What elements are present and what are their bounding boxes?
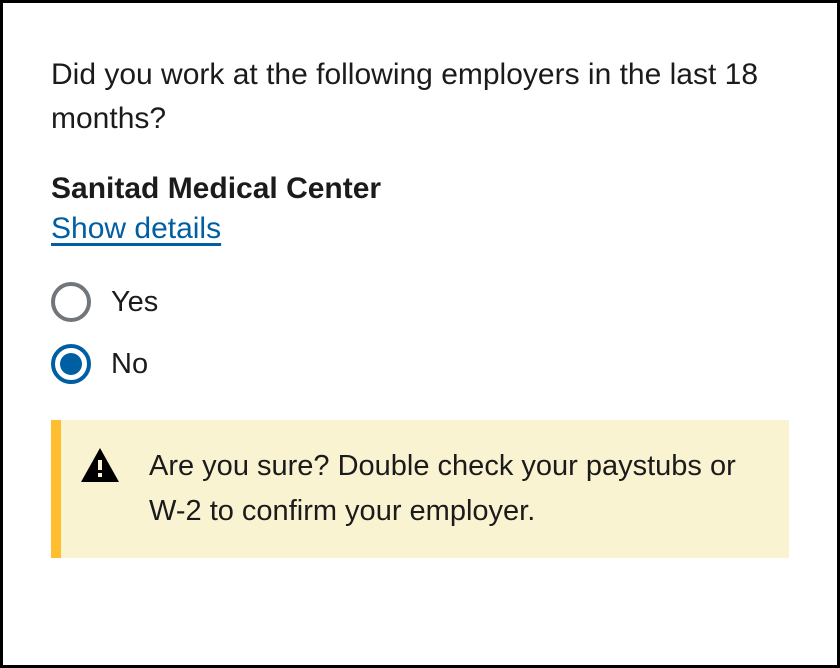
employer-name: Sanitad Medical Center: [51, 172, 789, 206]
warning-alert: Are you sure? Double check your paystubs…: [51, 420, 789, 558]
radio-label-no: No: [111, 348, 148, 381]
radio-circle-yes: [51, 282, 91, 322]
radio-option-yes[interactable]: Yes: [51, 282, 789, 322]
form-container: Did you work at the following employers …: [0, 0, 840, 668]
warning-icon: [81, 448, 119, 487]
radio-group: Yes No: [51, 282, 789, 384]
radio-circle-no: [51, 344, 91, 384]
radio-inner-no: [60, 353, 82, 375]
show-details-link[interactable]: Show details: [51, 212, 221, 246]
employer-block: Sanitad Medical Center Show details: [51, 172, 789, 282]
warning-text: Are you sure? Double check your paystubs…: [149, 444, 759, 534]
question-text: Did you work at the following employers …: [51, 53, 789, 140]
radio-label-yes: Yes: [111, 286, 158, 319]
radio-option-no[interactable]: No: [51, 344, 789, 384]
